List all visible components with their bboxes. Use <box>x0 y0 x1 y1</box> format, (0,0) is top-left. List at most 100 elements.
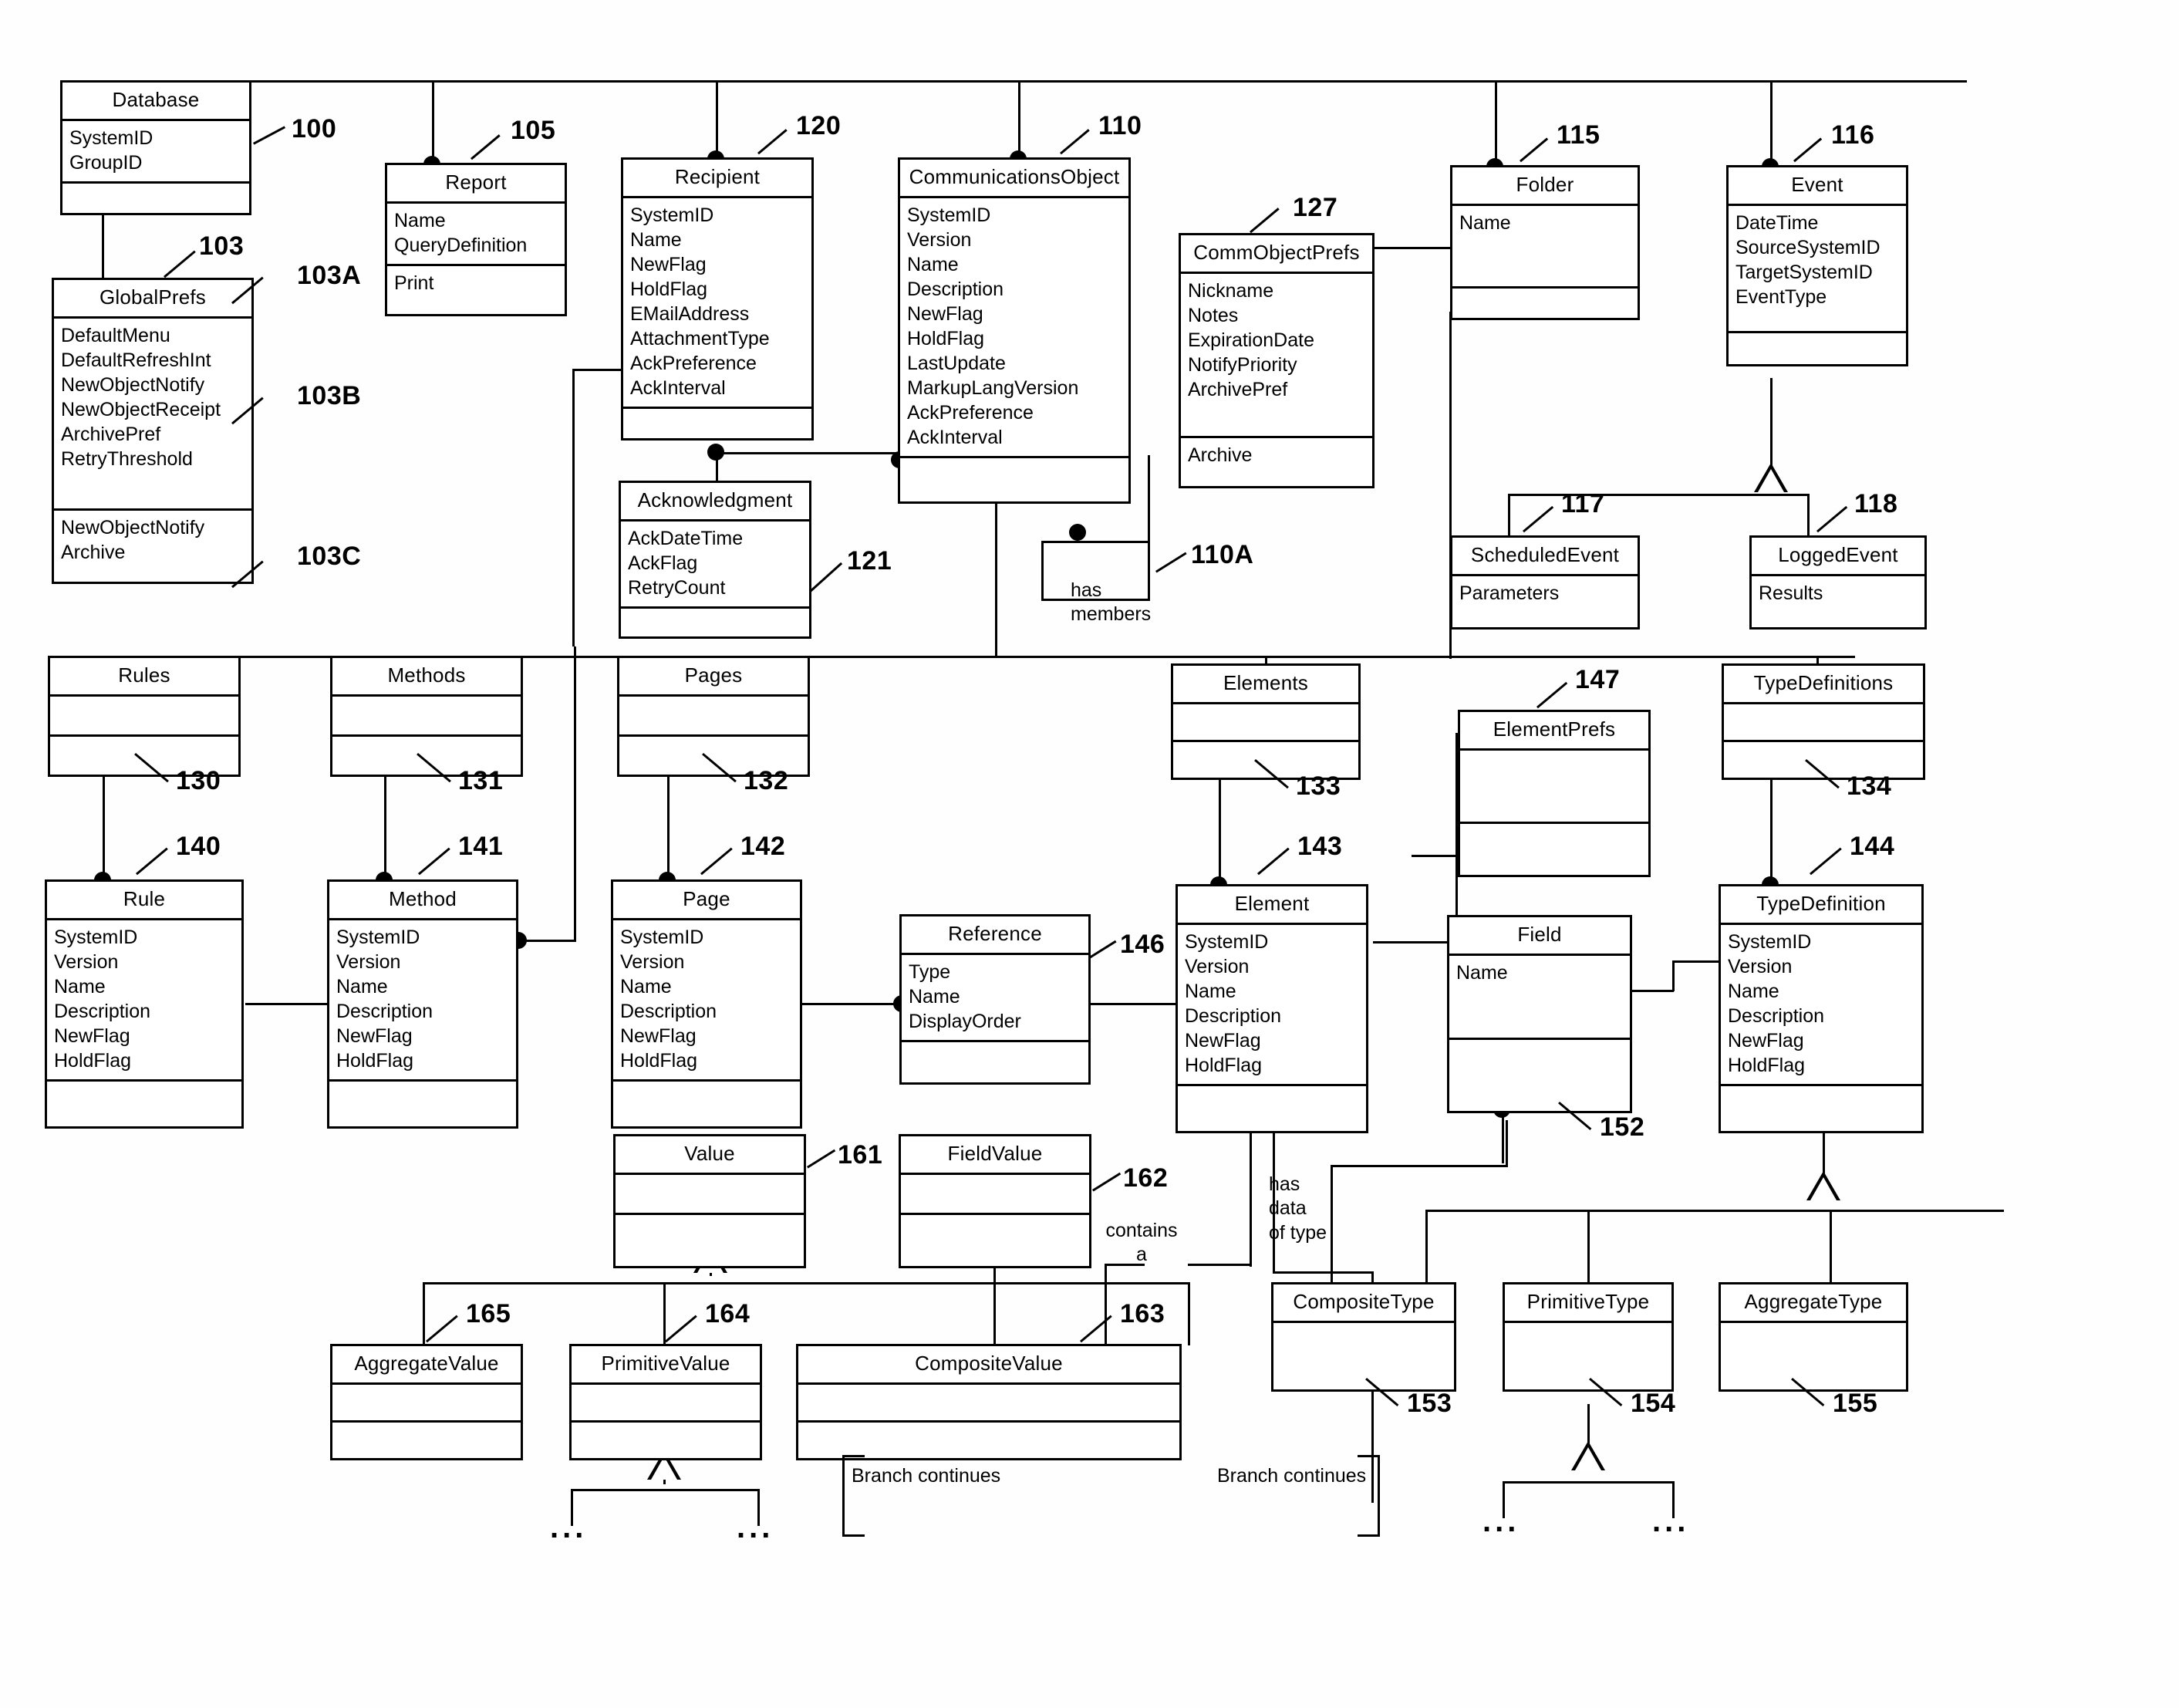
attr: AttachmentType <box>630 328 770 349</box>
refnum-103a: 103A <box>297 261 362 290</box>
class-box-element[interactable]: Element SystemID Version Name Descriptio… <box>1176 884 1368 1133</box>
attr: DisplayOrder <box>909 1011 1021 1032</box>
leader-161 <box>807 1149 836 1169</box>
class-box-aggregatetype[interactable]: AggregateType <box>1719 1282 1908 1392</box>
class-ops-event <box>1729 333 1906 364</box>
attr: AckPreference <box>630 353 757 374</box>
connector-primtype-ellipsis-bus <box>1503 1481 1672 1484</box>
leader-121 <box>810 562 843 592</box>
refnum-110: 110 <box>1098 111 1142 140</box>
class-box-commobjectprefs[interactable]: CommObjectPrefs Nickname Notes Expiratio… <box>1179 233 1375 488</box>
attr: Version <box>1185 956 1250 977</box>
class-box-primitivevalue[interactable]: PrimitiveValue <box>569 1344 762 1460</box>
class-box-compositevalue[interactable]: CompositeValue <box>796 1344 1182 1460</box>
class-box-typedefinition[interactable]: TypeDefinition SystemID Version Name Des… <box>1719 884 1924 1133</box>
aggregation-dot-recipient-bottom <box>707 444 724 461</box>
class-ops-folder <box>1452 289 1638 318</box>
class-name-aggregatevalue: AggregateValue <box>332 1346 521 1385</box>
class-box-globalprefs[interactable]: GlobalPrefs DefaultMenu DefaultRefreshIn… <box>52 278 254 584</box>
class-name-recipient: Recipient <box>623 160 811 198</box>
class-box-field[interactable]: Field Name <box>1447 915 1632 1113</box>
attr: SourceSystemID <box>1735 237 1880 258</box>
class-attrs-pages <box>619 697 808 737</box>
class-box-recipient[interactable]: Recipient SystemID Name NewFlag HoldFlag… <box>621 157 814 441</box>
attr: SystemID <box>69 127 153 149</box>
label-has-members: has members <box>1071 579 1202 627</box>
connector-contains-3 <box>1250 1128 1252 1267</box>
class-box-primitivetype[interactable]: PrimitiveType <box>1503 1282 1674 1392</box>
class-box-compositetype[interactable]: CompositeType <box>1271 1282 1456 1392</box>
class-attrs-typedefinition: SystemID Version Name Description NewFla… <box>1721 925 1921 1086</box>
class-box-event[interactable]: Event DateTime SourceSystemID TargetSyst… <box>1726 165 1908 366</box>
refnum-103b: 103B <box>297 381 362 410</box>
attr: MarkupLangVersion <box>907 377 1079 399</box>
class-box-scheduledevent[interactable]: ScheduledEvent Parameters <box>1450 535 1640 630</box>
class-attrs-recipient: SystemID Name NewFlag HoldFlag EMailAddr… <box>623 198 811 409</box>
class-box-fieldvalue[interactable]: FieldValue <box>899 1134 1091 1268</box>
attr: Name <box>1459 212 1511 234</box>
refnum-140: 140 <box>176 832 221 861</box>
leader-165 <box>426 1315 458 1343</box>
attr: Name <box>630 229 682 251</box>
connector-database-bus <box>251 80 1967 83</box>
ellipsis-primitivetype-left: ... <box>1482 1504 1520 1538</box>
class-attrs-primitivevalue <box>572 1385 760 1423</box>
class-attrs-aggregatevalue <box>332 1385 521 1423</box>
refnum-141: 141 <box>458 832 504 861</box>
class-box-elementprefs[interactable]: ElementPrefs <box>1458 710 1651 877</box>
class-ops-communicationsobject <box>900 458 1128 501</box>
label-line: data <box>1269 1197 1307 1220</box>
class-name-primitivetype: PrimitiveType <box>1505 1284 1671 1323</box>
class-box-typedefinitions[interactable]: TypeDefinitions <box>1722 663 1925 780</box>
connector-page-reference <box>801 1003 901 1005</box>
attr: ArchivePref <box>1188 379 1288 400</box>
class-name-compositevalue: CompositeValue <box>798 1346 1179 1385</box>
class-box-folder[interactable]: Folder Name <box>1450 165 1640 320</box>
connector-compvalue-up <box>1188 1282 1190 1345</box>
class-box-elements[interactable]: Elements <box>1171 663 1361 780</box>
leader-163 <box>1080 1315 1112 1343</box>
class-box-rules[interactable]: Rules <box>48 656 241 777</box>
attr: Name <box>1728 981 1779 1002</box>
class-ops-value <box>616 1215 804 1266</box>
class-box-database[interactable]: Database SystemID GroupID <box>60 80 251 215</box>
class-name-typedefinitions: TypeDefinitions <box>1724 666 1923 704</box>
class-box-method[interactable]: Method SystemID Version Name Description… <box>327 879 518 1129</box>
label-branch-continues-left: Branch continues <box>852 1465 1001 1487</box>
class-name-elementprefs: ElementPrefs <box>1460 712 1648 751</box>
attr: Description <box>54 1001 151 1022</box>
refnum-127: 127 <box>1293 193 1338 222</box>
class-box-aggregatevalue[interactable]: AggregateValue <box>330 1344 523 1460</box>
class-name-value: Value <box>616 1136 804 1175</box>
class-name-aggregatetype: AggregateType <box>1721 1284 1906 1323</box>
class-box-loggedevent[interactable]: LoggedEvent Results <box>1749 535 1927 630</box>
class-box-acknowledgment[interactable]: Acknowledgment AckDateTime AckFlag Retry… <box>619 481 811 639</box>
class-box-rule[interactable]: Rule SystemID Version Name Description N… <box>45 879 244 1129</box>
class-ops-method <box>329 1082 516 1126</box>
class-name-commobjectprefs: CommObjectPrefs <box>1181 235 1372 274</box>
class-box-pages[interactable]: Pages <box>617 656 810 777</box>
class-box-reference[interactable]: Reference Type Name DisplayOrder <box>899 914 1091 1085</box>
connector-reference-element <box>1090 1003 1179 1005</box>
class-box-value[interactable]: Value <box>613 1134 806 1268</box>
class-attrs-database: SystemID GroupID <box>62 121 249 184</box>
class-box-report[interactable]: Report Name QueryDefinition Print <box>385 163 567 316</box>
connector-hasmembers-h1 <box>1041 541 1149 543</box>
attr: AckFlag <box>628 552 698 574</box>
class-ops-commobjectprefs: Archive <box>1181 438 1372 486</box>
attr: Name <box>54 976 106 997</box>
attr: SystemID <box>907 204 991 226</box>
connector-drop-commobj <box>1018 80 1020 157</box>
class-box-communicationsobject[interactable]: CommunicationsObject SystemID Version Na… <box>898 157 1131 504</box>
refnum-161: 161 <box>838 1140 883 1170</box>
refnum-100: 100 <box>292 114 337 143</box>
refnum-163: 163 <box>1120 1299 1165 1328</box>
class-box-methods[interactable]: Methods <box>330 656 523 777</box>
leader-147 <box>1536 681 1568 709</box>
attr: Version <box>907 229 972 251</box>
attr: Description <box>1185 1005 1282 1027</box>
class-box-page[interactable]: Page SystemID Version Name Description N… <box>611 879 802 1129</box>
connector-recipient-left-drop <box>572 369 575 646</box>
connector-value-gen-bus <box>423 1282 1190 1284</box>
connector-recipient-left-top <box>572 369 626 371</box>
